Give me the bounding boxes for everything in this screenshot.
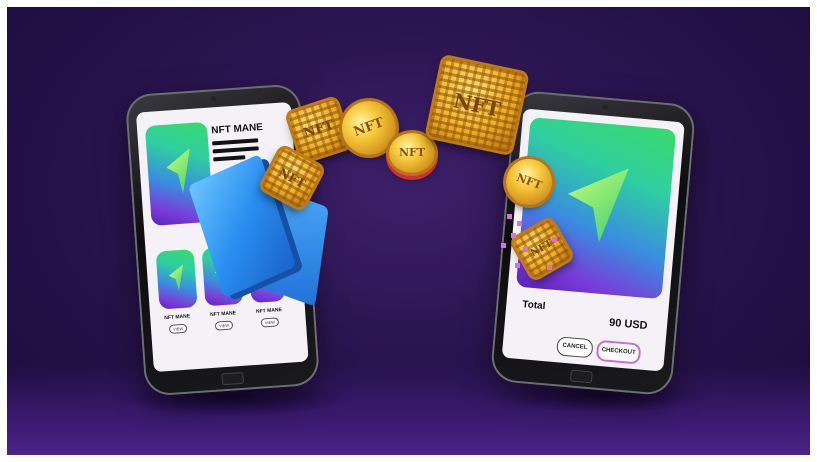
nft-coin-token-2: NFT (389, 133, 435, 173)
pixel-particle (552, 237, 557, 242)
floor (7, 365, 810, 455)
nft-card-label-1: NFT MANE (164, 313, 191, 322)
view-button-1[interactable]: VIEW (168, 323, 188, 334)
camera-icon (602, 104, 609, 110)
pixel-particle (507, 214, 512, 219)
nft-transfer-scene: NFT MANE NFT MANE NFT MANE NFT MANE VIEW… (7, 7, 810, 455)
pixel-particle (501, 243, 506, 248)
nft-card-label-2: NFT MANE (209, 310, 237, 319)
camera-icon (210, 96, 216, 102)
nft-card-artwork-1 (155, 249, 198, 310)
view-button-3[interactable]: VIEW (260, 317, 280, 328)
pixel-particle (515, 263, 520, 268)
cancel-button[interactable]: CANCEL (556, 336, 594, 359)
pixel-particle (517, 221, 522, 226)
nft-tile-token-3: NFT (427, 57, 527, 153)
pixel-particle (511, 233, 516, 238)
nft-card-label-3: NFT MANE (255, 307, 283, 315)
nft-title: NFT MANE (210, 121, 264, 137)
view-button-2[interactable]: VIEW (214, 320, 234, 331)
total-value: 90 USD (608, 316, 649, 333)
home-button[interactable] (220, 371, 244, 386)
pixel-particle (547, 265, 552, 270)
pixel-particle (523, 247, 528, 252)
home-button[interactable] (569, 369, 593, 384)
total-label: Total (521, 299, 546, 313)
checkout-button[interactable]: CHECKOUT (595, 339, 642, 365)
